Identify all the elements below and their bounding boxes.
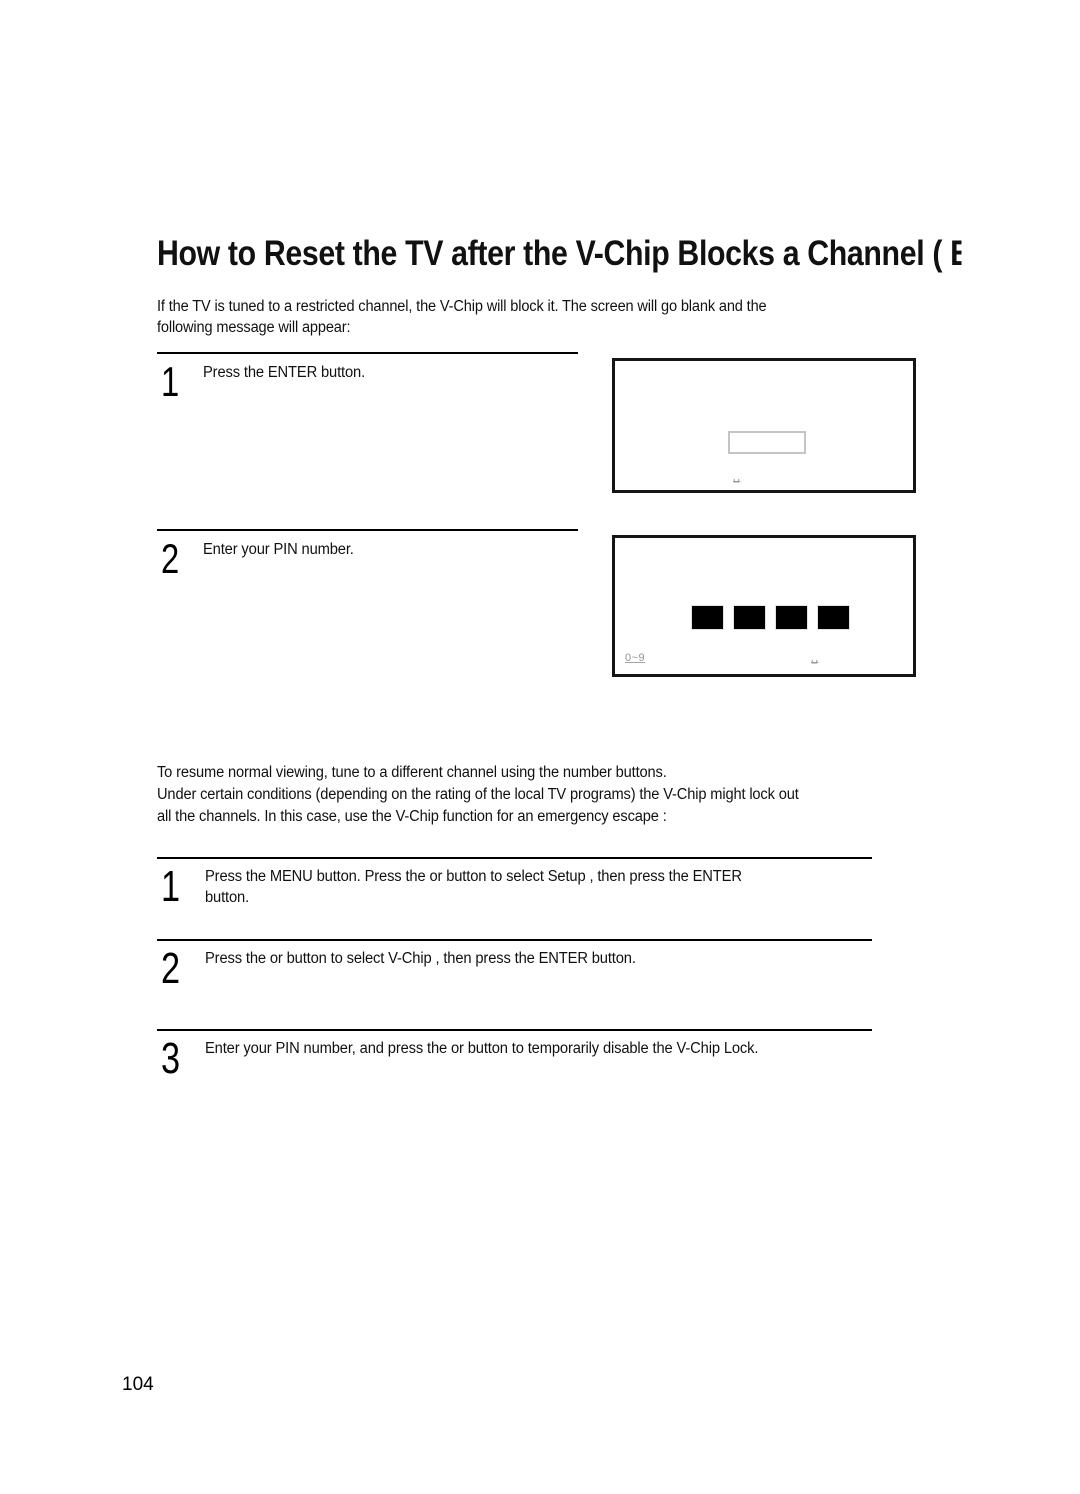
tv-screen-illustration-1: ␣ <box>612 358 916 493</box>
mid-paragraph-line-3: all the channels. In this case, use the … <box>157 808 667 825</box>
pin-entry-field-empty <box>728 431 806 454</box>
step-text-line-1: Press the ENTER button. <box>203 364 366 381</box>
osd-hint-icon-right: ␣ <box>811 652 819 664</box>
step-text: Press the ENTER button. <box>203 362 612 383</box>
intro-line-2: following message will appear: <box>157 319 351 336</box>
step-block-upper-2: 2 Enter your PIN number. <box>157 529 587 679</box>
step-number: 3 <box>161 1034 181 1083</box>
step-rule <box>157 857 872 859</box>
intro-paragraph: If the TV is tuned to a restricted chann… <box>157 296 871 338</box>
mid-paragraph-line-1: To resume normal viewing, tune to a diff… <box>157 764 667 781</box>
step-rule <box>157 939 872 941</box>
pin-cell <box>817 605 850 630</box>
step-block-lower-3: 3 Enter your PIN number, and press the o… <box>157 1029 917 1109</box>
manual-page: How to Reset the TV after the V-Chip Blo… <box>0 0 1080 1494</box>
step-text-line-2: button. <box>205 889 250 906</box>
page-number: 104 <box>122 1374 154 1395</box>
pin-entry-row <box>691 605 850 630</box>
step-rule <box>157 1029 872 1031</box>
step-block-lower-1: 1 Press the MENU button. Press the or bu… <box>157 857 917 937</box>
osd-hint-icon-center: ␣ <box>733 471 741 483</box>
page-title: How to Reset the TV after the V-Chip Blo… <box>157 234 961 273</box>
step-number: 2 <box>161 535 180 582</box>
tv-screen-illustration-2: 0~9 ␣ <box>612 535 916 677</box>
step-rule <box>157 529 578 531</box>
pin-cell <box>775 605 808 630</box>
step-text-line-1: Enter your PIN number, and press the or … <box>205 1040 759 1057</box>
step-text: Press the MENU button. Press the or butt… <box>205 866 927 908</box>
step-text-line-1: Press the or button to select V-Chip , t… <box>205 950 636 967</box>
mid-paragraph-line-2: Under certain conditions (depending on t… <box>157 786 799 803</box>
step-block-upper-1: 1 Press the ENTER button. <box>157 352 587 512</box>
step-text-line-1: Enter your PIN number. <box>203 541 354 558</box>
step-number: 1 <box>161 862 181 911</box>
step-rule <box>157 352 578 354</box>
osd-numeric-range-icon: 0~9 <box>625 652 646 664</box>
pin-cell <box>691 605 724 630</box>
mid-paragraph: To resume normal viewing, tune to a diff… <box>157 762 904 828</box>
step-number: 2 <box>161 944 181 993</box>
step-text-line-1: Press the MENU button. Press the or butt… <box>205 868 742 885</box>
step-number: 1 <box>161 358 180 405</box>
step-block-lower-2: 2 Press the or button to select V-Chip ,… <box>157 939 917 1019</box>
step-text: Press the or button to select V-Chip , t… <box>205 948 927 969</box>
intro-line-1: If the TV is tuned to a restricted chann… <box>157 298 767 315</box>
step-text: Enter your PIN number, and press the or … <box>205 1038 927 1059</box>
step-text: Enter your PIN number. <box>203 539 612 560</box>
pin-cell <box>733 605 766 630</box>
